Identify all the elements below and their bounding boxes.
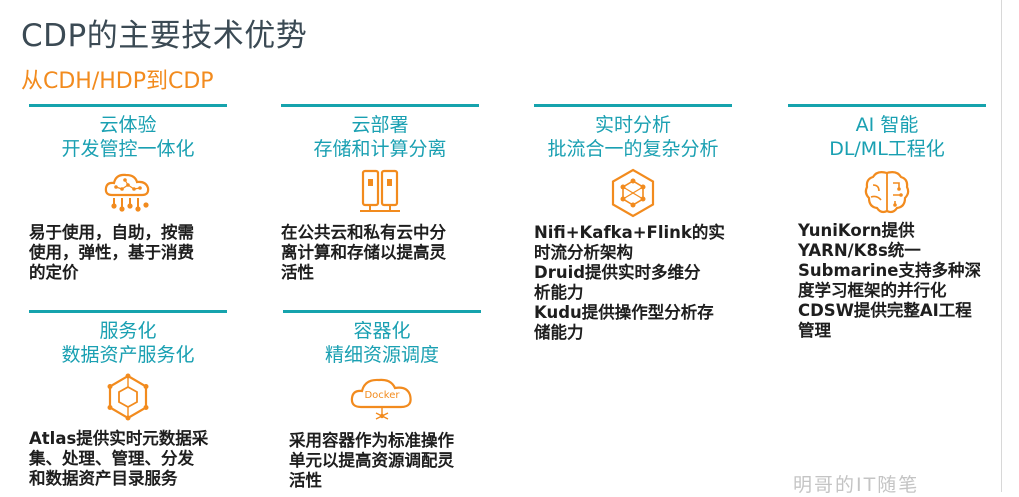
service-hexagon-icon xyxy=(107,373,149,421)
card-rule xyxy=(29,310,227,313)
docker-label: Docker xyxy=(364,390,400,401)
card-desc-line: 活性 xyxy=(281,263,314,282)
card-heading: AI 智能 DL/ML工程化 xyxy=(788,113,986,161)
card-desc-line: 储能力 xyxy=(534,323,584,342)
card-desc-line: 采用容器作为标准操作 xyxy=(289,431,454,450)
card-cloud-deployment: 云部署 存储和计算分离 在公共云和私有云中分 离计算和存储以提高灵 活性 xyxy=(281,104,479,283)
card-heading-line: 批流合一的复杂分析 xyxy=(547,138,719,160)
card-desc-line: 活性 xyxy=(289,471,322,490)
card-heading-line: 存储和计算分离 xyxy=(313,138,447,160)
card-desc-line: 度学习框架的并行化 xyxy=(798,281,947,300)
card-desc-line: Nifi+Kafka+Flink的实 xyxy=(534,223,725,242)
card-heading-line: 容器化 xyxy=(353,320,411,342)
watermark: 明哥的IT随笔 xyxy=(793,474,920,496)
card-desc-line: Submarine支持多种深 xyxy=(798,261,981,280)
page-subtitle: 从CDH/HDP到CDP xyxy=(21,69,214,94)
card-rule xyxy=(283,310,481,313)
card-containerization: 容器化 精细资源调度 Docker 采用容器作为标准操作 单元以提高资源调配灵 … xyxy=(283,310,481,491)
card-cloud-experience: 云体验 开发管控一体化 易于使用，自助，按需 使用，弹性，基于消费 的定价 xyxy=(29,104,227,283)
card-ai-intelligence: AI 智能 DL/ML工程化 YuniKorn提供 YARN/K8s统一 Sub… xyxy=(788,104,986,341)
page-title: CDP的主要技术优势 xyxy=(21,18,308,54)
slide-right-border xyxy=(1001,0,1002,492)
card-desc-line: Kudu提供操作型分析存 xyxy=(534,303,714,322)
docker-cloud-icon: Docker xyxy=(350,378,412,420)
card-heading-line: 数据资产服务化 xyxy=(61,344,195,366)
card-desc-line: Druid提供实时多维分 xyxy=(534,263,701,282)
card-desc-line: 析能力 xyxy=(534,283,584,302)
card-heading: 容器化 精细资源调度 xyxy=(283,319,481,367)
card-desc-line: 的定价 xyxy=(29,263,79,282)
card-desc-line: 管理 xyxy=(798,321,831,340)
card-rule xyxy=(281,104,479,107)
card-service: 服务化 数据资产服务化 Atlas提供实时元数据采 集、处理、管理、分发 和数据… xyxy=(29,310,227,489)
card-desc-line: 单元以提高资源调配灵 xyxy=(289,451,454,470)
card-heading-line: AI 智能 xyxy=(855,114,919,136)
brain-icon xyxy=(864,171,910,214)
card-desc-line: CDSW提供完整AI工程 xyxy=(798,301,972,320)
card-description: Nifi+Kafka+Flink的实 时流分析架构 Druid提供实时多维分 析… xyxy=(534,223,732,343)
card-heading: 服务化 数据资产服务化 xyxy=(29,319,227,367)
card-desc-line: 易于使用，自助，按需 xyxy=(29,223,194,242)
card-description: 在公共云和私有云中分 离计算和存储以提高灵 活性 xyxy=(281,223,479,283)
card-description: 易于使用，自助，按需 使用，弹性，基于消费 的定价 xyxy=(29,223,227,283)
card-heading-line: DL/ML工程化 xyxy=(829,138,945,160)
card-desc-line: 集、处理、管理、分发 xyxy=(29,449,194,468)
card-desc-line: 时流分析架构 xyxy=(534,243,633,262)
card-desc-line: 离计算和存储以提高灵 xyxy=(281,243,446,262)
card-heading-line: 实时分析 xyxy=(594,114,671,136)
card-heading: 云部署 存储和计算分离 xyxy=(281,113,479,161)
card-rule xyxy=(788,104,986,107)
card-desc-line: 和数据资产目录服务 xyxy=(29,469,178,488)
card-rule xyxy=(534,104,732,107)
hexagon-network-icon xyxy=(611,168,655,218)
card-desc-line: 使用，弹性，基于消费 xyxy=(29,243,194,262)
card-description: YuniKorn提供 YARN/K8s统一 Submarine支持多种深 度学习… xyxy=(788,221,986,341)
storage-compute-icon xyxy=(360,169,400,212)
card-heading-line: 云部署 xyxy=(351,114,409,136)
card-desc-line: Atlas提供实时元数据采 xyxy=(29,429,209,448)
card-rule xyxy=(29,104,227,107)
card-desc-line: 在公共云和私有云中分 xyxy=(281,223,446,242)
cloud-network-icon xyxy=(104,173,150,212)
card-heading-line: 服务化 xyxy=(99,320,157,342)
card-desc-line: YARN/K8s统一 xyxy=(798,241,921,260)
card-heading: 实时分析 批流合一的复杂分析 xyxy=(534,113,732,161)
card-heading-line: 精细资源调度 xyxy=(324,344,439,366)
card-description: 采用容器作为标准操作 单元以提高资源调配灵 活性 xyxy=(283,431,481,491)
card-heading-line: 开发管控一体化 xyxy=(61,138,195,160)
card-description: Atlas提供实时元数据采 集、处理、管理、分发 和数据资产目录服务 xyxy=(29,429,227,489)
card-realtime-analytics: 实时分析 批流合一的复杂分析 Nifi+Kafka+Flink的实 时流分析架构… xyxy=(534,104,732,343)
card-heading: 云体验 开发管控一体化 xyxy=(29,113,227,161)
card-heading-line: 云体验 xyxy=(99,114,157,136)
card-desc-line: YuniKorn提供 xyxy=(798,221,915,240)
